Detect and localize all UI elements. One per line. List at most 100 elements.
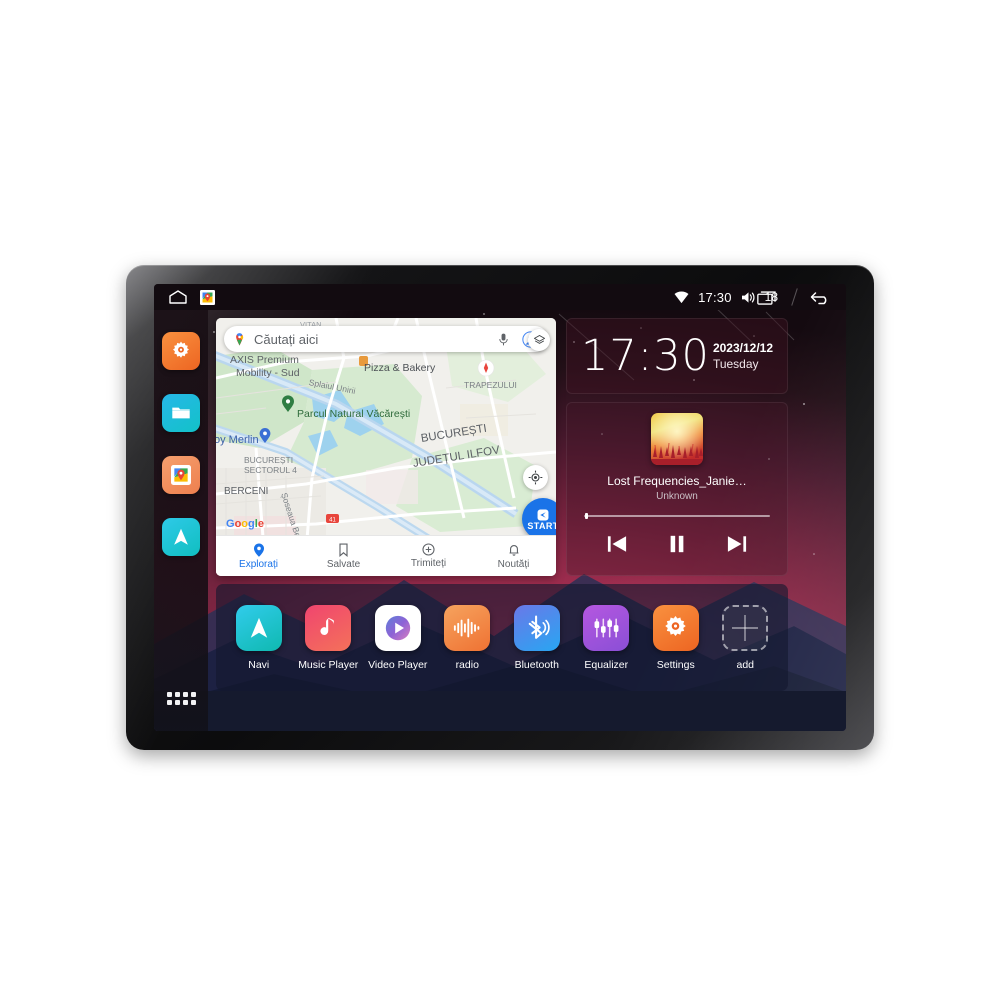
bell-icon	[508, 543, 520, 557]
album-art	[651, 413, 703, 465]
maps-pin-icon	[232, 332, 247, 347]
navi-app-icon[interactable]	[235, 604, 282, 651]
microphone-icon[interactable]	[498, 333, 509, 346]
bluetooth-app-icon[interactable]	[513, 604, 560, 651]
seek-bar[interactable]	[584, 513, 770, 519]
map-search-bar[interactable]: Căutați aici	[224, 326, 548, 352]
status-bar: 17:30 18	[154, 284, 846, 310]
dock-app-label: add	[736, 658, 755, 671]
dock-app-radio[interactable]: radio	[435, 604, 499, 671]
apps-grid-icon[interactable]	[166, 692, 196, 705]
play-pause-button[interactable]	[668, 534, 686, 554]
left-app-rail	[154, 310, 208, 731]
send-plus-icon	[422, 543, 435, 556]
status-bar-separator	[757, 284, 801, 310]
add-plus-icon	[728, 611, 762, 645]
map-start-button[interactable]: START	[522, 498, 556, 540]
map-tab-explorati[interactable]: Explorați	[216, 542, 301, 570]
google-watermark-letter: e	[257, 518, 264, 530]
map-tab-label: Explorați	[239, 558, 278, 570]
clock-date-block: 2023/12/12 Tuesday	[713, 340, 773, 372]
clock-date: 2023/12/12	[712, 340, 773, 355]
media-controls	[606, 534, 748, 554]
google-watermark-letter: g	[248, 518, 255, 530]
gear-icon	[170, 340, 192, 362]
back-arrow-icon[interactable]	[810, 289, 832, 305]
navigate-icon	[536, 508, 550, 522]
play-circle-icon	[383, 613, 413, 643]
equalizer-app-icon[interactable]	[583, 604, 630, 651]
equalizer-sliders-icon	[593, 616, 620, 640]
dock-app-label: Settings	[656, 658, 695, 671]
wifi-icon	[674, 291, 689, 304]
clock-time: 17:30	[581, 330, 710, 381]
google-watermark: Google	[226, 518, 264, 530]
dock-app-label: Video Player	[368, 658, 428, 671]
google-watermark-letter: G	[226, 518, 235, 530]
add-app-icon[interactable]	[722, 604, 769, 651]
google-maps-card[interactable]: 41 VITAN AXIS Premium Mobility - Sud Piz…	[216, 318, 556, 576]
gear-icon	[662, 614, 689, 641]
dock-app-label: Music Player	[298, 658, 359, 671]
status-bar-left	[154, 289, 215, 305]
dock-app-music-player[interactable]: Music Player	[296, 604, 360, 671]
navigation-arrow-icon	[246, 615, 272, 641]
bookmark-icon	[338, 542, 349, 557]
map-tab-label: Trimiteți	[410, 558, 447, 569]
navigation-arrow-icon	[170, 526, 192, 548]
explore-pin-icon	[253, 542, 265, 557]
map-tab-salvate[interactable]: Salvate	[301, 542, 386, 570]
music-note-icon	[315, 615, 341, 641]
map-layers-icon	[533, 334, 546, 347]
dock-app-label: Navi	[248, 658, 270, 671]
dock-app-bluetooth[interactable]: Bluetooth	[505, 604, 569, 671]
dock-app-video-player[interactable]: Video Player	[366, 604, 430, 671]
map-search-placeholder[interactable]: Căutați aici	[254, 332, 498, 347]
dock-app-label: radio	[455, 658, 479, 671]
dock-app-label: Equalizer	[584, 658, 629, 671]
previous-track-button[interactable]	[606, 534, 628, 554]
volume-icon[interactable]	[741, 291, 756, 304]
next-track-button[interactable]	[726, 534, 748, 554]
dock-app-settings[interactable]: Settings	[644, 604, 708, 671]
google-maps-icon[interactable]	[200, 289, 215, 305]
map-tab-label: Noutăți	[497, 558, 530, 570]
car-head-unit-device: 17:30 18 41 VITAN AXIS Premium Mobility …	[126, 265, 874, 750]
waveform-icon	[453, 616, 481, 640]
svg-text:41: 41	[329, 517, 336, 523]
map-tab-label: Salvate	[326, 558, 361, 570]
screenshot-root: 17:30 18 41 VITAN AXIS Premium Mobility …	[0, 0, 1000, 1000]
recents-icon[interactable]	[757, 290, 778, 305]
seek-knob[interactable]	[584, 513, 588, 519]
clock-widget[interactable]: 17:30 2023/12/12 Tuesday	[566, 318, 788, 394]
radio-app-icon[interactable]	[444, 604, 491, 651]
map-bottom-nav: Explorați Salvate Trimiteți Noutăți	[216, 535, 556, 576]
settings-app-icon[interactable]	[652, 604, 699, 651]
music-player-widget[interactable]: Lost Frequencies_Janie… Unknown	[566, 402, 788, 576]
rail-item-settings[interactable]	[162, 332, 200, 370]
home-icon[interactable]	[168, 290, 188, 304]
video-player-app-icon[interactable]	[374, 604, 421, 651]
dock-app-equalizer[interactable]: Equalizer	[574, 604, 638, 671]
clock-weekday: Tuesday	[712, 357, 759, 371]
my-location-button[interactable]	[523, 465, 548, 490]
dock-app-add[interactable]: add	[713, 604, 777, 671]
status-bar-right: 17:30 18	[674, 284, 846, 310]
map-tab-noutati[interactable]: Noutăți	[471, 543, 556, 570]
track-title: Lost Frequencies_Janie…	[607, 474, 747, 488]
map-layers-button[interactable]	[528, 329, 550, 351]
rail-item-maps[interactable]	[162, 456, 200, 494]
rail-item-files[interactable]	[162, 394, 200, 432]
map-start-label: START	[527, 520, 556, 531]
dock-app-label: Bluetooth	[514, 658, 559, 671]
rail-item-navigation[interactable]	[162, 518, 200, 556]
status-bar-time: 17:30	[698, 289, 732, 305]
google-maps-icon	[171, 465, 191, 485]
my-location-icon	[528, 470, 543, 485]
music-player-app-icon[interactable]	[305, 604, 352, 651]
map-tab-trimiteti[interactable]: Trimiteți	[386, 543, 471, 569]
track-artist: Unknown	[656, 491, 698, 502]
bluetooth-icon	[523, 614, 550, 641]
dock-app-navi[interactable]: Navi	[227, 604, 291, 671]
folder-icon	[170, 402, 192, 424]
